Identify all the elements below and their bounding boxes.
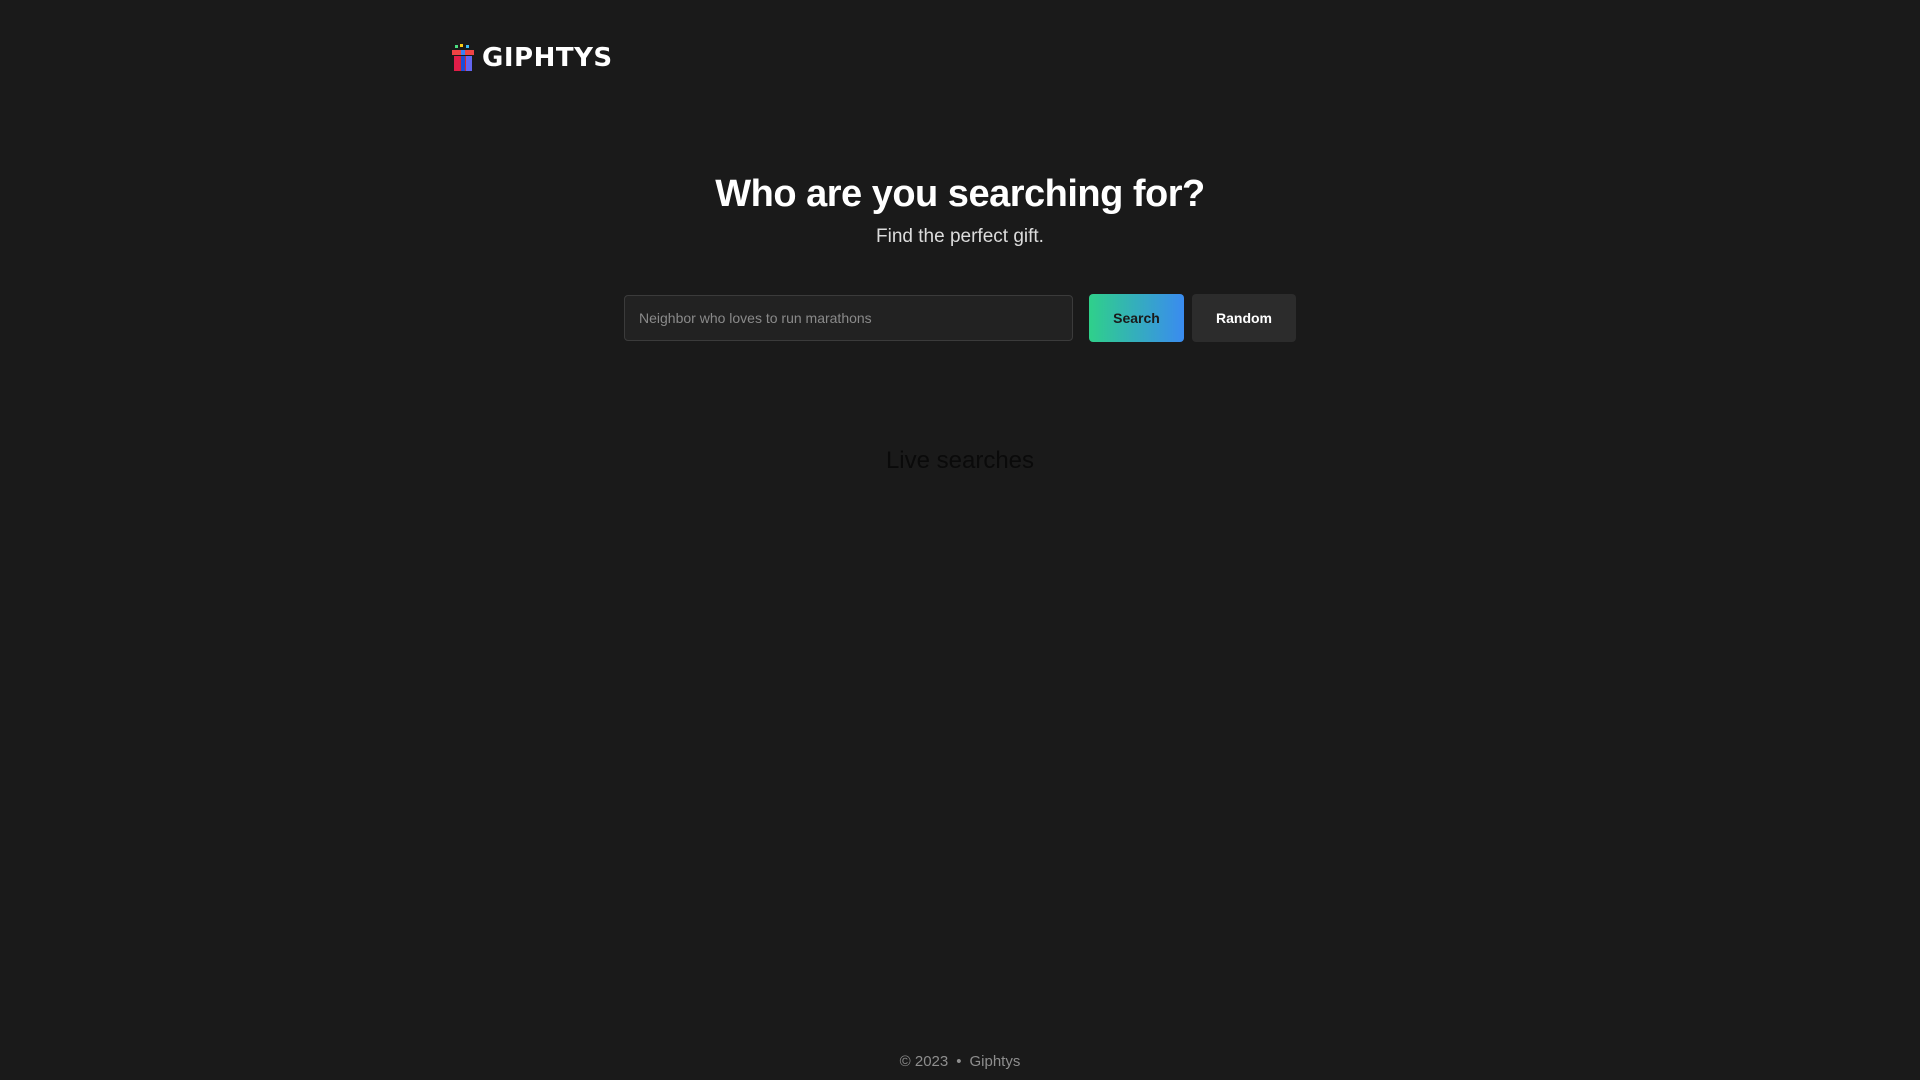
footer-separator: • (956, 1053, 962, 1070)
footer-copyright: © 2023 (899, 1053, 949, 1070)
random-button[interactable]: Random (1192, 294, 1296, 342)
search-input[interactable] (624, 295, 1073, 341)
search-button[interactable]: Search (1089, 294, 1184, 342)
page-subtitle: Find the perfect gift. (876, 226, 1044, 247)
live-searches-heading: Live searches (885, 447, 1035, 474)
footer: © 2023 • Giphtys (0, 1052, 1920, 1072)
gift-icon (452, 44, 474, 71)
logo-link[interactable]: GIPHTYS (450, 44, 613, 72)
search-bar: Search Random (624, 294, 1296, 342)
page-title: Who are you searching for? (715, 173, 1205, 215)
footer-brand-link[interactable]: Giphtys (970, 1053, 1021, 1070)
hero-section: Who are you searching for? Find the perf… (0, 168, 1920, 250)
page: GIPHTYS Who are you searching for? Find … (0, 0, 1920, 1080)
logo-text: GIPHTYS (482, 43, 613, 73)
